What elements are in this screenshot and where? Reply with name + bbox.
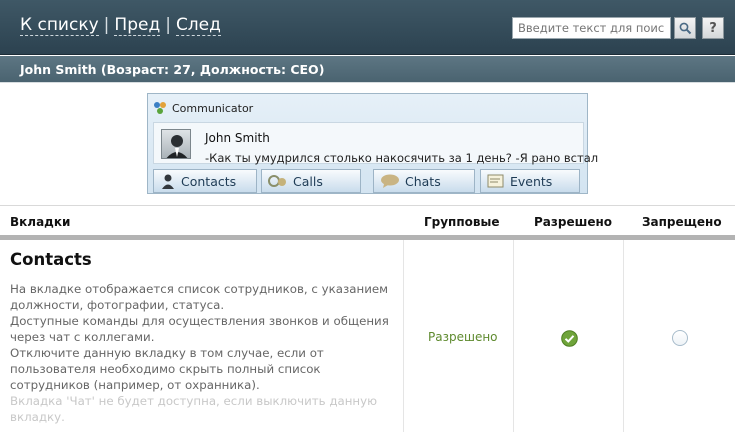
table-row: Contacts На вкладке отображается список … [0, 240, 735, 432]
comm-tab-label: Calls [293, 173, 323, 189]
col-header-group: Групповые [424, 215, 500, 229]
contact-card: John Smith -Как ты умудрился столько нак… [153, 122, 598, 165]
comm-tab-label: Contacts [181, 173, 237, 189]
search-input[interactable] [512, 17, 671, 39]
avatar [161, 129, 191, 159]
events-icon [487, 174, 504, 188]
nav-separator: | [165, 15, 171, 35]
allowed-checked-icon[interactable] [561, 330, 578, 347]
description-line: Доступные команды для осуществления звон… [10, 314, 389, 344]
comm-tab-calls[interactable]: Calls [261, 169, 361, 193]
denied-radio[interactable] [672, 330, 688, 346]
description-line: Вкладка 'Чат' не будет доступна, если вы… [10, 394, 378, 424]
calls-icon [268, 175, 286, 187]
tab-name: Contacts [10, 250, 92, 269]
group-permission-value: Разрешено [428, 330, 498, 344]
column-divider [623, 240, 624, 432]
communicator-tabs: Contacts Calls Chats Events [153, 169, 584, 193]
description-line: Отключите данную вкладку в том случае, е… [10, 346, 324, 392]
search-button[interactable] [674, 17, 696, 39]
tab-description: На вкладке отображается список сотрудник… [10, 281, 390, 425]
communicator-title: Communicator [152, 100, 253, 116]
employee-title-bar: John Smith (Возраст: 27, Должность: CEO) [0, 56, 735, 83]
col-header-allowed: Разрешено [534, 215, 613, 229]
help-button[interactable]: ? [702, 17, 724, 39]
column-divider [403, 240, 404, 432]
contact-status: -Как ты умудрился столько накосячить за … [205, 151, 599, 165]
top-bar: К списку|Пред|След ? [0, 0, 735, 55]
communicator-title-text: Communicator [172, 101, 254, 115]
permissions-table-header: Вкладки Групповые Разрешено Запрещено [0, 205, 735, 235]
comm-tab-label: Chats [405, 173, 441, 189]
comm-tab-events[interactable]: Events [480, 169, 580, 193]
comm-tab-contacts[interactable]: Contacts [153, 169, 257, 193]
column-divider [513, 240, 514, 432]
search-icon [679, 22, 691, 34]
nav-separator: | [103, 15, 110, 35]
col-header-tabs: Вкладки [10, 215, 71, 229]
chats-icon [381, 174, 399, 188]
col-header-denied: Запрещено [642, 215, 722, 229]
next-link[interactable]: След [175, 15, 221, 36]
communicator-logo-icon [154, 102, 166, 114]
comm-tab-label: Events [510, 173, 553, 189]
comm-tab-chats[interactable]: Chats [373, 169, 475, 193]
person-icon [166, 135, 188, 158]
contacts-icon [162, 174, 174, 189]
description-line: На вкладке отображается список сотрудник… [10, 282, 389, 312]
contact-name: John Smith [205, 131, 270, 145]
back-to-list-link[interactable]: К списку [20, 15, 99, 36]
record-navigation: К списку | Пред | След [20, 15, 221, 36]
communicator-preview: Communicator John Smith -Как ты умудрилс… [147, 93, 598, 194]
prev-link[interactable]: Пред [114, 15, 161, 36]
